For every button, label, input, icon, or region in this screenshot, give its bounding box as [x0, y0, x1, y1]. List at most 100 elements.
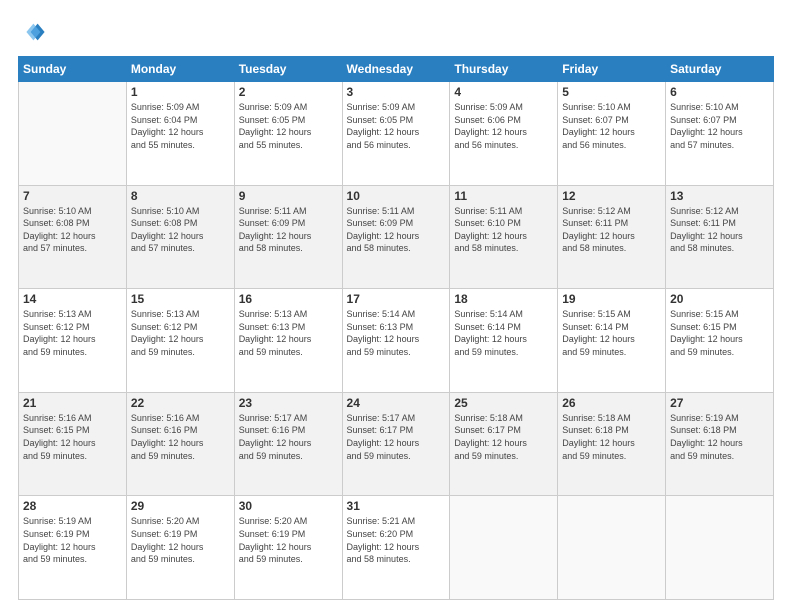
day-info: Sunrise: 5:10 AM Sunset: 6:08 PM Dayligh… — [131, 205, 230, 255]
calendar-cell: 29Sunrise: 5:20 AM Sunset: 6:19 PM Dayli… — [126, 496, 234, 600]
calendar-week-row: 7 Sunrise: 5:10 AM Sunset: 6:08 PM Daylig… — [19, 185, 774, 289]
day-number: 10 — [347, 189, 446, 203]
day-info: Sunrise: 5:21 AM Sunset: 6:20 PM Dayligh… — [347, 515, 446, 565]
day-info: Sunrise: 5:13 AM Sunset: 6:12 PM Dayligh… — [131, 308, 230, 358]
day-number: 22 — [131, 396, 230, 410]
day-info: Sunrise: 5:15 AM Sunset: 6:15 PM Dayligh… — [670, 308, 769, 358]
calendar-cell — [558, 496, 666, 600]
day-info: Sunrise: 5:17 AM Sunset: 6:16 PM Dayligh… — [239, 412, 338, 462]
day-info: Sunrise: 5:09 AM Sunset: 6:05 PM Dayligh… — [239, 101, 338, 151]
calendar-cell: 3Sunrise: 5:09 AM Sunset: 6:05 PM Daylig… — [342, 82, 450, 186]
calendar-cell — [450, 496, 558, 600]
day-info: Sunrise: 5:20 AM Sunset: 6:19 PM Dayligh… — [239, 515, 338, 565]
day-info: Sunrise: 5:11 AM Sunset: 6:09 PM Dayligh… — [239, 205, 338, 255]
logo-icon — [18, 18, 46, 46]
calendar-cell: 14 Sunrise: 5:13 AM Sunset: 6:12 PM Dayli… — [19, 289, 127, 393]
calendar-cell — [666, 496, 774, 600]
day-number: 18 — [454, 292, 553, 306]
calendar-cell: 10Sunrise: 5:11 AM Sunset: 6:09 PM Dayli… — [342, 185, 450, 289]
day-info: Sunrise: 5:18 AM Sunset: 6:17 PM Dayligh… — [454, 412, 553, 462]
day-number: 21 — [23, 396, 122, 410]
calendar-cell: 2Sunrise: 5:09 AM Sunset: 6:05 PM Daylig… — [234, 82, 342, 186]
day-number: 15 — [131, 292, 230, 306]
weekday-header-saturday: Saturday — [666, 57, 774, 82]
calendar-cell: 7 Sunrise: 5:10 AM Sunset: 6:08 PM Daylig… — [19, 185, 127, 289]
day-number: 27 — [670, 396, 769, 410]
weekday-header-sunday: Sunday — [19, 57, 127, 82]
calendar-cell: 20 Sunrise: 5:15 AM Sunset: 6:15 PM Dayli… — [666, 289, 774, 393]
day-number: 12 — [562, 189, 661, 203]
calendar-cell: 6 Sunrise: 5:10 AM Sunset: 6:07 PM Daylig… — [666, 82, 774, 186]
weekday-header-thursday: Thursday — [450, 57, 558, 82]
day-info: Sunrise: 5:12 AM Sunset: 6:11 PM Dayligh… — [562, 205, 661, 255]
day-number: 17 — [347, 292, 446, 306]
weekday-header-wednesday: Wednesday — [342, 57, 450, 82]
calendar-cell: 12 Sunrise: 5:12 AM Sunset: 6:11 PM Dayli… — [558, 185, 666, 289]
calendar-cell: 21 Sunrise: 5:16 AM Sunset: 6:15 PM Dayli… — [19, 392, 127, 496]
day-number: 5 — [562, 85, 661, 99]
calendar-cell: 8 Sunrise: 5:10 AM Sunset: 6:08 PM Daylig… — [126, 185, 234, 289]
day-info: Sunrise: 5:18 AM Sunset: 6:18 PM Dayligh… — [562, 412, 661, 462]
calendar-cell: 4 Sunrise: 5:09 AM Sunset: 6:06 PM Daylig… — [450, 82, 558, 186]
day-number: 24 — [347, 396, 446, 410]
day-info: Sunrise: 5:14 AM Sunset: 6:13 PM Dayligh… — [347, 308, 446, 358]
calendar-cell: 11 Sunrise: 5:11 AM Sunset: 6:10 PM Dayli… — [450, 185, 558, 289]
day-info: Sunrise: 5:09 AM Sunset: 6:06 PM Dayligh… — [454, 101, 553, 151]
header — [18, 18, 774, 46]
day-info: Sunrise: 5:17 AM Sunset: 6:17 PM Dayligh… — [347, 412, 446, 462]
calendar-cell: 19 Sunrise: 5:15 AM Sunset: 6:14 PM Dayli… — [558, 289, 666, 393]
day-number: 11 — [454, 189, 553, 203]
calendar-week-row: 28Sunrise: 5:19 AM Sunset: 6:19 PM Dayli… — [19, 496, 774, 600]
day-info: Sunrise: 5:19 AM Sunset: 6:18 PM Dayligh… — [670, 412, 769, 462]
day-info: Sunrise: 5:16 AM Sunset: 6:15 PM Dayligh… — [23, 412, 122, 462]
weekday-header-row: SundayMondayTuesdayWednesdayThursdayFrid… — [19, 57, 774, 82]
day-info: Sunrise: 5:13 AM Sunset: 6:13 PM Dayligh… — [239, 308, 338, 358]
calendar-cell — [19, 82, 127, 186]
day-info: Sunrise: 5:11 AM Sunset: 6:10 PM Dayligh… — [454, 205, 553, 255]
calendar-cell: 13 Sunrise: 5:12 AM Sunset: 6:11 PM Dayli… — [666, 185, 774, 289]
day-info: Sunrise: 5:10 AM Sunset: 6:07 PM Dayligh… — [670, 101, 769, 151]
day-number: 30 — [239, 499, 338, 513]
calendar-cell: 23 Sunrise: 5:17 AM Sunset: 6:16 PM Dayli… — [234, 392, 342, 496]
day-info: Sunrise: 5:16 AM Sunset: 6:16 PM Dayligh… — [131, 412, 230, 462]
calendar-cell: 18Sunrise: 5:14 AM Sunset: 6:14 PM Dayli… — [450, 289, 558, 393]
day-info: Sunrise: 5:09 AM Sunset: 6:04 PM Dayligh… — [131, 101, 230, 151]
calendar-cell: 9 Sunrise: 5:11 AM Sunset: 6:09 PM Daylig… — [234, 185, 342, 289]
day-number: 8 — [131, 189, 230, 203]
calendar-week-row: 14 Sunrise: 5:13 AM Sunset: 6:12 PM Dayli… — [19, 289, 774, 393]
day-info: Sunrise: 5:15 AM Sunset: 6:14 PM Dayligh… — [562, 308, 661, 358]
calendar-table: SundayMondayTuesdayWednesdayThursdayFrid… — [18, 56, 774, 600]
day-number: 16 — [239, 292, 338, 306]
logo — [18, 18, 51, 46]
day-number: 6 — [670, 85, 769, 99]
day-info: Sunrise: 5:09 AM Sunset: 6:05 PM Dayligh… — [347, 101, 446, 151]
day-info: Sunrise: 5:13 AM Sunset: 6:12 PM Dayligh… — [23, 308, 122, 358]
weekday-header-monday: Monday — [126, 57, 234, 82]
calendar-cell: 25 Sunrise: 5:18 AM Sunset: 6:17 PM Dayli… — [450, 392, 558, 496]
day-info: Sunrise: 5:12 AM Sunset: 6:11 PM Dayligh… — [670, 205, 769, 255]
day-number: 28 — [23, 499, 122, 513]
calendar-cell: 28Sunrise: 5:19 AM Sunset: 6:19 PM Dayli… — [19, 496, 127, 600]
day-number: 19 — [562, 292, 661, 306]
day-number: 25 — [454, 396, 553, 410]
day-number: 23 — [239, 396, 338, 410]
calendar-cell: 15 Sunrise: 5:13 AM Sunset: 6:12 PM Dayli… — [126, 289, 234, 393]
calendar-cell: 1Sunrise: 5:09 AM Sunset: 6:04 PM Daylig… — [126, 82, 234, 186]
day-number: 29 — [131, 499, 230, 513]
day-number: 20 — [670, 292, 769, 306]
day-number: 13 — [670, 189, 769, 203]
day-number: 14 — [23, 292, 122, 306]
day-number: 7 — [23, 189, 122, 203]
calendar-cell: 26 Sunrise: 5:18 AM Sunset: 6:18 PM Dayli… — [558, 392, 666, 496]
page: SundayMondayTuesdayWednesdayThursdayFrid… — [0, 0, 792, 612]
day-number: 9 — [239, 189, 338, 203]
calendar-cell: 5Sunrise: 5:10 AM Sunset: 6:07 PM Daylig… — [558, 82, 666, 186]
day-number: 4 — [454, 85, 553, 99]
day-number: 26 — [562, 396, 661, 410]
calendar-cell: 22 Sunrise: 5:16 AM Sunset: 6:16 PM Dayli… — [126, 392, 234, 496]
calendar-week-row: 21 Sunrise: 5:16 AM Sunset: 6:15 PM Dayli… — [19, 392, 774, 496]
calendar-week-row: 1Sunrise: 5:09 AM Sunset: 6:04 PM Daylig… — [19, 82, 774, 186]
day-info: Sunrise: 5:10 AM Sunset: 6:08 PM Dayligh… — [23, 205, 122, 255]
calendar-cell: 27 Sunrise: 5:19 AM Sunset: 6:18 PM Dayli… — [666, 392, 774, 496]
calendar-cell: 17 Sunrise: 5:14 AM Sunset: 6:13 PM Dayli… — [342, 289, 450, 393]
